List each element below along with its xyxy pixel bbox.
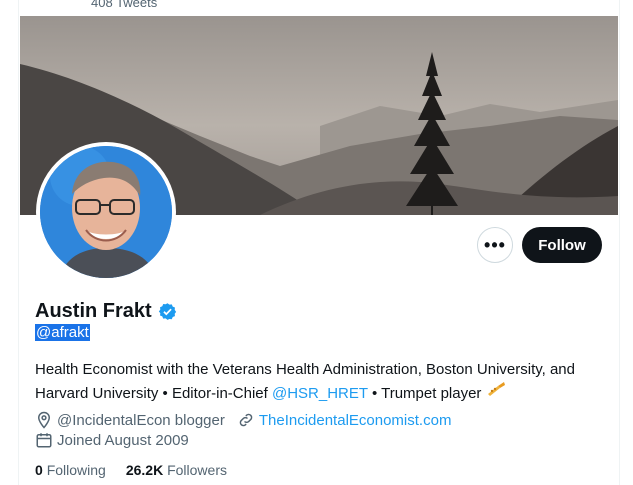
following-link[interactable]: 0 Following bbox=[35, 462, 106, 478]
trumpet-icon bbox=[486, 382, 506, 402]
website-link[interactable]: TheIncidentalEconomist.com bbox=[259, 412, 452, 429]
calendar-icon bbox=[35, 431, 53, 449]
avatar[interactable] bbox=[36, 142, 176, 282]
profile-name-text: Austin Frakt bbox=[35, 300, 152, 322]
profile-handle: @afrakt bbox=[35, 324, 90, 341]
profile-meta-row-1: @IncidentalEcon blogger TheIncidentalEco… bbox=[35, 411, 463, 429]
profile-column: 408 Tweets ••• Follow Austin Frakt @afra… bbox=[18, 0, 620, 485]
following-count: 0 bbox=[35, 462, 43, 478]
tweet-count: 408 Tweets bbox=[91, 0, 158, 10]
location-pin-icon bbox=[35, 411, 53, 429]
following-label: Following bbox=[46, 462, 106, 478]
followers-link[interactable]: 26.2K Followers bbox=[126, 462, 227, 478]
joined-item: Joined August 2009 bbox=[35, 431, 189, 449]
profile-bio: Health Economist with the Veterans Healt… bbox=[35, 360, 605, 404]
followers-label: Followers bbox=[167, 462, 227, 478]
location-item: @IncidentalEcon blogger bbox=[35, 411, 225, 429]
bio-mention-link[interactable]: @HSR_HRET bbox=[272, 385, 368, 402]
followers-count: 26.2K bbox=[125, 462, 164, 478]
follow-button[interactable]: Follow bbox=[522, 227, 602, 263]
bio-text-tail: • Trumpet player bbox=[367, 385, 486, 402]
link-icon bbox=[237, 411, 255, 429]
website-item[interactable]: TheIncidentalEconomist.com bbox=[237, 411, 452, 429]
more-options-button[interactable]: ••• bbox=[477, 227, 513, 263]
avatar-image bbox=[40, 146, 172, 278]
joined-text: Joined August 2009 bbox=[57, 431, 189, 449]
profile-name: Austin Frakt bbox=[35, 300, 177, 323]
location-text: @IncidentalEcon blogger bbox=[57, 411, 225, 429]
profile-meta-row-2: Joined August 2009 bbox=[35, 431, 201, 449]
follow-stats: 0 Following 26.2K Followers bbox=[35, 462, 227, 478]
verified-badge-icon bbox=[158, 302, 177, 321]
